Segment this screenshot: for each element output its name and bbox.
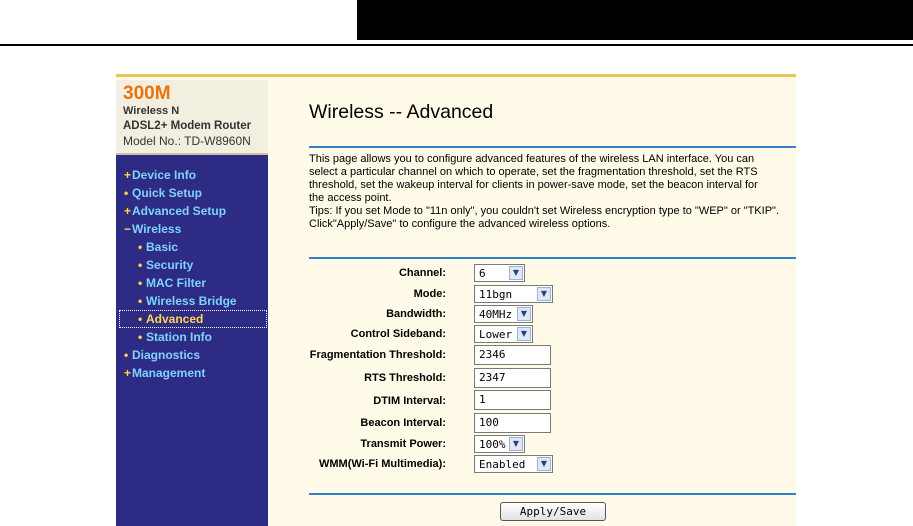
bullet-icon: • bbox=[124, 348, 129, 362]
plus-icon: + bbox=[124, 204, 132, 218]
channel-value: 6 bbox=[479, 267, 486, 280]
nav-mac-filter[interactable]: • MAC Filter bbox=[138, 275, 206, 291]
sidebar: +Device Info • Quick Setup +Advanced Setu… bbox=[116, 155, 268, 526]
beacon-label: Beacon Interval: bbox=[360, 417, 446, 429]
bullet-icon: • bbox=[138, 258, 143, 272]
wmm-value: Enabled bbox=[479, 458, 526, 471]
nav-label: Station Info bbox=[146, 330, 212, 344]
logo-brand: 300M bbox=[123, 83, 171, 104]
divider-bottom bbox=[309, 493, 796, 495]
nav-device-info[interactable]: +Device Info bbox=[124, 167, 196, 183]
bullet-icon: • bbox=[138, 276, 143, 290]
rts-input[interactable]: 2347 bbox=[474, 368, 551, 388]
nav-label: Diagnostics bbox=[132, 348, 201, 362]
channel-select[interactable]: 6 ▼ bbox=[474, 264, 525, 282]
bandwidth-label: Bandwidth: bbox=[386, 308, 446, 320]
wmm-label: WMM(Wi-Fi Multimedia): bbox=[319, 458, 446, 470]
nav-diagnostics[interactable]: • Diagnostics bbox=[124, 347, 200, 363]
mode-value: 11bgn bbox=[479, 288, 513, 301]
logo-panel: 300M Wireless N ADSL2+ Modem Router Mode… bbox=[116, 80, 268, 155]
apply-save-button[interactable]: Apply/Save bbox=[500, 502, 606, 521]
sideband-select[interactable]: Lower ▼ bbox=[474, 325, 533, 343]
logo-model: Model No.: TD-W8960N bbox=[123, 134, 251, 148]
divider-middle bbox=[309, 257, 796, 259]
wmm-select[interactable]: Enabled ▼ bbox=[474, 455, 553, 473]
bullet-icon: • bbox=[138, 330, 143, 344]
nav-security[interactable]: • Security bbox=[138, 257, 193, 273]
nav-quick-setup[interactable]: • Quick Setup bbox=[124, 185, 202, 201]
chevron-down-icon: ▼ bbox=[509, 437, 523, 451]
bullet-icon: • bbox=[124, 186, 129, 200]
header-black-bar bbox=[357, 0, 913, 40]
bullet-icon: • bbox=[138, 312, 143, 326]
nav-advanced-setup[interactable]: +Advanced Setup bbox=[124, 203, 226, 219]
nav-label: Advanced Setup bbox=[132, 204, 227, 218]
beacon-input[interactable]: 100 bbox=[474, 413, 551, 433]
nav-basic[interactable]: • Basic bbox=[138, 239, 178, 255]
nav-management[interactable]: +Management bbox=[124, 365, 205, 381]
nav-label: MAC Filter bbox=[146, 276, 206, 290]
frag-input[interactable]: 2346 bbox=[474, 345, 551, 365]
desc-line: the access point. bbox=[309, 192, 392, 204]
dtim-label: DTIM Interval: bbox=[373, 395, 446, 407]
nav-label: Advanced bbox=[146, 312, 204, 326]
power-select[interactable]: 100% ▼ bbox=[474, 435, 525, 453]
plus-icon: + bbox=[124, 168, 132, 182]
nav-station-info[interactable]: • Station Info bbox=[138, 329, 212, 345]
power-value: 100% bbox=[479, 438, 506, 451]
mode-label: Mode: bbox=[413, 288, 446, 300]
desc-line: This page allows you to configure advanc… bbox=[309, 153, 755, 165]
page-description: This page allows you to configure advanc… bbox=[309, 153, 796, 231]
logo-line-2: ADSL2+ Modem Router bbox=[123, 120, 252, 132]
desc-line: Tips: If you set Mode to "11n only", you… bbox=[309, 205, 780, 217]
bullet-icon: • bbox=[138, 240, 143, 254]
nav-label: Device Info bbox=[132, 168, 197, 182]
sideband-label: Control Sideband: bbox=[350, 328, 446, 340]
nav-label: Wireless bbox=[132, 222, 182, 236]
minus-icon: − bbox=[124, 222, 132, 236]
plus-icon: + bbox=[124, 366, 132, 380]
divider-top bbox=[309, 146, 796, 148]
frag-label: Fragmentation Threshold: bbox=[309, 349, 446, 361]
rts-label: RTS Threshold: bbox=[364, 372, 446, 384]
chevron-down-icon: ▼ bbox=[517, 307, 531, 321]
nav-wireless-bridge[interactable]: • Wireless Bridge bbox=[138, 293, 237, 309]
nav-wireless[interactable]: −Wireless bbox=[124, 221, 181, 237]
desc-line: Click"Apply/Save" to configure the advan… bbox=[309, 218, 611, 230]
bandwidth-value: 40MHz bbox=[479, 308, 513, 321]
nav-label: Quick Setup bbox=[132, 186, 203, 200]
chevron-down-icon: ▼ bbox=[537, 287, 551, 301]
nav-label: Security bbox=[146, 258, 194, 272]
bandwidth-select[interactable]: 40MHz ▼ bbox=[474, 305, 533, 323]
nav-label: Basic bbox=[146, 240, 179, 254]
channel-label: Channel: bbox=[398, 267, 446, 279]
nav-label: Wireless Bridge bbox=[146, 294, 237, 308]
nav-advanced[interactable]: • Advanced bbox=[119, 310, 267, 328]
chevron-down-icon: ▼ bbox=[509, 266, 523, 280]
page-title: Wireless -- Advanced bbox=[309, 101, 494, 123]
desc-line: threshold, set the wakeup interval for c… bbox=[309, 179, 758, 191]
chevron-down-icon: ▼ bbox=[537, 457, 551, 471]
logo-line-1: Wireless N bbox=[123, 105, 180, 117]
mode-select[interactable]: 11bgn ▼ bbox=[474, 285, 553, 303]
header-rule bbox=[0, 44, 913, 46]
chevron-down-icon: ▼ bbox=[517, 327, 531, 341]
sideband-value: Lower bbox=[479, 328, 513, 341]
dtim-input[interactable]: 1 bbox=[474, 390, 551, 410]
bullet-icon: • bbox=[138, 294, 143, 308]
router-frame: 300M Wireless N ADSL2+ Modem Router Mode… bbox=[116, 74, 796, 526]
desc-line: select a particular channel on which to … bbox=[309, 166, 758, 178]
nav-label: Management bbox=[132, 366, 206, 380]
power-label: Transmit Power: bbox=[360, 438, 446, 450]
